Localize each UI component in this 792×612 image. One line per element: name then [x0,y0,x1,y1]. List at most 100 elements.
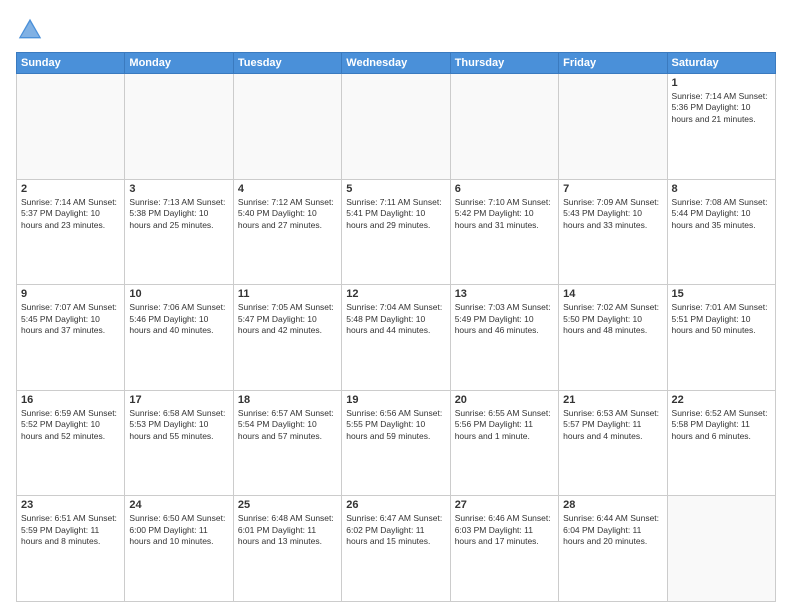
logo-icon [16,16,44,44]
day-info: Sunrise: 6:57 AM Sunset: 5:54 PM Dayligh… [238,408,337,442]
calendar-cell: 20 Sunrise: 6:55 AM Sunset: 5:56 PM Dayli… [450,390,558,496]
day-info: Sunrise: 6:59 AM Sunset: 5:52 PM Dayligh… [21,408,120,442]
day-info: Sunrise: 7:12 AM Sunset: 5:40 PM Dayligh… [238,197,337,231]
calendar-cell [559,74,667,180]
logo [16,16,48,44]
day-info: Sunrise: 7:07 AM Sunset: 5:45 PM Dayligh… [21,302,120,336]
calendar-cell: 4 Sunrise: 7:12 AM Sunset: 5:40 PM Daylig… [233,179,341,285]
day-number: 13 [455,288,554,300]
weekday-header: Friday [559,53,667,74]
calendar-week-row: 23 Sunrise: 6:51 AM Sunset: 5:59 PM Dayli… [17,496,776,602]
calendar-cell: 15Sunrise: 7:01 AM Sunset: 5:51 PM Dayli… [667,285,775,391]
calendar-cell [125,74,233,180]
calendar: SundayMondayTuesdayWednesdayThursdayFrid… [16,52,776,602]
calendar-cell: 28 Sunrise: 6:44 AM Sunset: 6:04 PM Dayli… [559,496,667,602]
day-info: Sunrise: 7:08 AM Sunset: 5:44 PM Dayligh… [672,197,771,231]
calendar-cell [17,74,125,180]
calendar-cell: 5Sunrise: 7:11 AM Sunset: 5:41 PM Daylig… [342,179,450,285]
calendar-cell: 27 Sunrise: 6:46 AM Sunset: 6:03 PM Dayli… [450,496,558,602]
calendar-cell: 3 Sunrise: 7:13 AM Sunset: 5:38 PM Daylig… [125,179,233,285]
day-info: Sunrise: 6:55 AM Sunset: 5:56 PM Dayligh… [455,408,554,442]
day-number: 26 [346,499,445,511]
calendar-cell: 16 Sunrise: 6:59 AM Sunset: 5:52 PM Dayli… [17,390,125,496]
day-number: 3 [129,183,228,195]
day-number: 16 [21,394,120,406]
calendar-cell: 19 Sunrise: 6:56 AM Sunset: 5:55 PM Dayli… [342,390,450,496]
day-info: Sunrise: 7:09 AM Sunset: 5:43 PM Dayligh… [563,197,662,231]
calendar-cell: 10 Sunrise: 7:06 AM Sunset: 5:46 PM Dayli… [125,285,233,391]
day-number: 28 [563,499,662,511]
day-number: 22 [672,394,771,406]
day-info: Sunrise: 6:51 AM Sunset: 5:59 PM Dayligh… [21,513,120,547]
header [16,16,776,44]
calendar-cell: 12 Sunrise: 7:04 AM Sunset: 5:48 PM Dayli… [342,285,450,391]
day-number: 10 [129,288,228,300]
day-number: 6 [455,183,554,195]
day-number: 20 [455,394,554,406]
calendar-cell: 24Sunrise: 6:50 AM Sunset: 6:00 PM Dayli… [125,496,233,602]
day-info: Sunrise: 6:58 AM Sunset: 5:53 PM Dayligh… [129,408,228,442]
day-info: Sunrise: 6:48 AM Sunset: 6:01 PM Dayligh… [238,513,337,547]
day-number: 21 [563,394,662,406]
calendar-cell: 7 Sunrise: 7:09 AM Sunset: 5:43 PM Daylig… [559,179,667,285]
day-number: 14 [563,288,662,300]
calendar-cell: 18 Sunrise: 6:57 AM Sunset: 5:54 PM Dayli… [233,390,341,496]
day-number: 11 [238,288,337,300]
day-number: 7 [563,183,662,195]
day-info: Sunrise: 7:03 AM Sunset: 5:49 PM Dayligh… [455,302,554,336]
calendar-cell: 26 Sunrise: 6:47 AM Sunset: 6:02 PM Dayli… [342,496,450,602]
day-info: Sunrise: 7:05 AM Sunset: 5:47 PM Dayligh… [238,302,337,336]
day-info: Sunrise: 6:56 AM Sunset: 5:55 PM Dayligh… [346,408,445,442]
day-info: Sunrise: 7:14 AM Sunset: 5:36 PM Dayligh… [672,91,771,125]
weekday-header: Wednesday [342,53,450,74]
day-number: 18 [238,394,337,406]
weekday-header: Saturday [667,53,775,74]
calendar-cell [450,74,558,180]
calendar-week-row: 16 Sunrise: 6:59 AM Sunset: 5:52 PM Dayli… [17,390,776,496]
calendar-cell: 22 Sunrise: 6:52 AM Sunset: 5:58 PM Dayli… [667,390,775,496]
day-info: Sunrise: 6:47 AM Sunset: 6:02 PM Dayligh… [346,513,445,547]
day-number: 2 [21,183,120,195]
day-number: 8 [672,183,771,195]
calendar-cell: 8 Sunrise: 7:08 AM Sunset: 5:44 PM Daylig… [667,179,775,285]
calendar-cell: 23 Sunrise: 6:51 AM Sunset: 5:59 PM Dayli… [17,496,125,602]
calendar-cell: 11 Sunrise: 7:05 AM Sunset: 5:47 PM Dayli… [233,285,341,391]
day-info: Sunrise: 6:53 AM Sunset: 5:57 PM Dayligh… [563,408,662,442]
weekday-header: Sunday [17,53,125,74]
day-info: Sunrise: 7:04 AM Sunset: 5:48 PM Dayligh… [346,302,445,336]
calendar-cell [233,74,341,180]
calendar-cell: 21 Sunrise: 6:53 AM Sunset: 5:57 PM Dayli… [559,390,667,496]
day-info: Sunrise: 7:06 AM Sunset: 5:46 PM Dayligh… [129,302,228,336]
day-number: 1 [672,77,771,89]
day-number: 19 [346,394,445,406]
day-info: Sunrise: 7:11 AM Sunset: 5:41 PM Dayligh… [346,197,445,231]
day-number: 27 [455,499,554,511]
day-number: 12 [346,288,445,300]
calendar-cell [667,496,775,602]
calendar-header-row: SundayMondayTuesdayWednesdayThursdayFrid… [17,53,776,74]
calendar-cell: 13 Sunrise: 7:03 AM Sunset: 5:49 PM Dayli… [450,285,558,391]
calendar-cell: 25Sunrise: 6:48 AM Sunset: 6:01 PM Dayli… [233,496,341,602]
day-number: 24 [129,499,228,511]
page: SundayMondayTuesdayWednesdayThursdayFrid… [0,0,792,612]
day-info: Sunrise: 6:52 AM Sunset: 5:58 PM Dayligh… [672,408,771,442]
day-number: 9 [21,288,120,300]
calendar-cell: 6 Sunrise: 7:10 AM Sunset: 5:42 PM Daylig… [450,179,558,285]
calendar-cell: 1 Sunrise: 7:14 AM Sunset: 5:36 PM Daylig… [667,74,775,180]
weekday-header: Tuesday [233,53,341,74]
day-info: Sunrise: 7:02 AM Sunset: 5:50 PM Dayligh… [563,302,662,336]
calendar-week-row: 9 Sunrise: 7:07 AM Sunset: 5:45 PM Daylig… [17,285,776,391]
day-number: 4 [238,183,337,195]
day-info: Sunrise: 7:01 AM Sunset: 5:51 PM Dayligh… [672,302,771,336]
day-info: Sunrise: 7:13 AM Sunset: 5:38 PM Dayligh… [129,197,228,231]
day-info: Sunrise: 6:46 AM Sunset: 6:03 PM Dayligh… [455,513,554,547]
day-info: Sunrise: 6:44 AM Sunset: 6:04 PM Dayligh… [563,513,662,547]
calendar-cell: 17Sunrise: 6:58 AM Sunset: 5:53 PM Dayli… [125,390,233,496]
weekday-header: Thursday [450,53,558,74]
calendar-cell: 9 Sunrise: 7:07 AM Sunset: 5:45 PM Daylig… [17,285,125,391]
calendar-cell [342,74,450,180]
day-info: Sunrise: 7:10 AM Sunset: 5:42 PM Dayligh… [455,197,554,231]
day-number: 23 [21,499,120,511]
day-info: Sunrise: 7:14 AM Sunset: 5:37 PM Dayligh… [21,197,120,231]
calendar-week-row: 1 Sunrise: 7:14 AM Sunset: 5:36 PM Daylig… [17,74,776,180]
